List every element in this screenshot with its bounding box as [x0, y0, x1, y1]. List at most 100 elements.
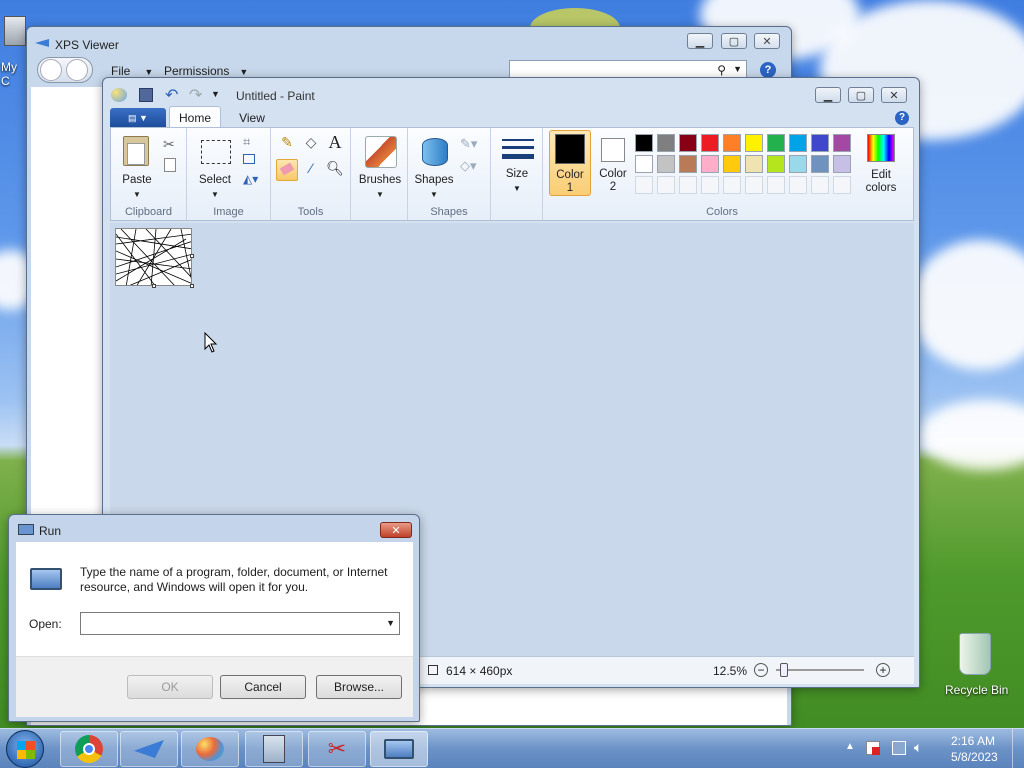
minimize-button[interactable]: ▁ [687, 33, 713, 49]
color2-button[interactable]: Color 2 [593, 130, 635, 196]
taskbar-chrome[interactable] [60, 731, 118, 767]
action-center-icon[interactable] [866, 741, 880, 755]
taskbar-paint[interactable] [181, 731, 239, 767]
save-icon[interactable] [139, 88, 153, 102]
permissions-menu[interactable]: Permissions ▼ [164, 64, 248, 78]
palette-swatch[interactable] [723, 134, 741, 152]
brushes-button[interactable]: Brushes ▼ [355, 132, 405, 199]
palette-swatch[interactable] [701, 155, 719, 173]
recycle-bin[interactable]: Recycle Bin [940, 630, 1010, 700]
palette-swatch[interactable] [657, 155, 675, 173]
fill-shape-icon[interactable]: ◇▾ [460, 158, 477, 174]
cancel-button[interactable]: Cancel [220, 675, 306, 699]
palette-swatch-empty[interactable] [811, 176, 829, 194]
show-desktop-button[interactable] [1012, 729, 1024, 769]
pencil-icon[interactable]: ✎ [277, 134, 297, 154]
clock-time[interactable]: 2:16 AM [951, 734, 995, 748]
palette-swatch[interactable] [679, 155, 697, 173]
help-icon[interactable]: ? [760, 62, 776, 78]
fill-icon[interactable]: ◇ [301, 134, 321, 154]
maximize-button[interactable]: ▢ [848, 87, 874, 103]
palette-swatch[interactable] [789, 134, 807, 152]
size-button[interactable]: Size ▼ [495, 132, 539, 196]
shapes-button[interactable]: Shapes ▼ [412, 132, 456, 199]
network-icon[interactable] [892, 741, 906, 755]
desktop-icon-partial[interactable]: My C [0, 10, 26, 88]
close-button[interactable]: ✕ [754, 33, 780, 49]
zoom-in-button[interactable]: + [876, 663, 890, 677]
taskbar-run[interactable] [370, 731, 428, 767]
paint-menu-button[interactable]: ▤ ▼ [110, 108, 166, 128]
palette-swatch[interactable] [811, 134, 829, 152]
resize-handle[interactable] [190, 284, 194, 288]
redo-icon[interactable]: ↷ [189, 85, 202, 105]
tab-view[interactable]: View [227, 111, 277, 125]
magnifier-icon[interactable]: 🔍︎ [325, 160, 345, 180]
help-icon[interactable]: ? [895, 111, 909, 125]
clock-date[interactable]: 5/8/2023 [951, 750, 998, 764]
back-icon[interactable] [40, 59, 62, 81]
palette-swatch-empty[interactable] [767, 176, 785, 194]
browse-button[interactable]: Browse... [316, 675, 402, 699]
open-combobox[interactable]: ▼ [80, 612, 400, 635]
close-button[interactable]: ✕ [881, 87, 907, 103]
color1-button[interactable]: Color 1 [549, 130, 591, 196]
palette-swatch-empty[interactable] [679, 176, 697, 194]
palette-swatch[interactable] [657, 134, 675, 152]
select-button[interactable]: Select ▼ [193, 132, 237, 199]
text-icon[interactable]: A [325, 132, 345, 152]
palette-swatch[interactable] [767, 134, 785, 152]
undo-icon[interactable]: ↶ [165, 85, 178, 105]
volume-icon[interactable]: 🔈︎ [914, 739, 922, 756]
taskbar-snipping-tool[interactable]: ✂ [308, 731, 366, 767]
palette-swatch[interactable] [635, 134, 653, 152]
palette-swatch-empty[interactable] [833, 176, 851, 194]
color-picker-icon[interactable]: ⁄ [301, 160, 321, 180]
copy-icon[interactable] [164, 158, 176, 172]
customize-qat-icon[interactable]: ▼ [211, 89, 220, 99]
tab-home[interactable]: Home [169, 106, 221, 129]
palette-swatch[interactable] [833, 134, 851, 152]
drawing-canvas[interactable] [115, 228, 192, 286]
palette-swatch-empty[interactable] [723, 176, 741, 194]
chevron-down-icon[interactable]: ▼ [733, 64, 742, 74]
palette-swatch[interactable] [811, 155, 829, 173]
palette-swatch[interactable] [679, 134, 697, 152]
taskbar-xps-viewer[interactable] [120, 731, 178, 767]
show-hidden-icons[interactable]: ▲ [845, 741, 855, 752]
palette-swatch-empty[interactable] [657, 176, 675, 194]
resize-handle[interactable] [190, 254, 194, 258]
palette-swatch[interactable] [789, 155, 807, 173]
ok-button[interactable]: OK [127, 675, 213, 699]
back-forward-buttons[interactable] [37, 57, 93, 83]
close-button[interactable]: ✕ [380, 522, 412, 538]
palette-swatch-empty[interactable] [789, 176, 807, 194]
start-button[interactable] [6, 730, 44, 768]
chevron-down-icon[interactable]: ▼ [386, 618, 395, 628]
cut-icon[interactable]: ✂ [163, 136, 175, 153]
palette-swatch[interactable] [723, 155, 741, 173]
crop-icon[interactable]: ⌗ [243, 134, 250, 150]
zoom-slider-thumb[interactable] [780, 663, 788, 677]
minimize-button[interactable]: ▁ [815, 87, 841, 103]
forward-icon[interactable] [66, 59, 88, 81]
edit-colors-button[interactable]: Edit colors [859, 132, 901, 196]
outline-icon[interactable]: ✎▾ [460, 136, 477, 152]
paste-button[interactable]: Paste ▼ [117, 132, 157, 199]
palette-swatch-empty[interactable] [745, 176, 763, 194]
taskbar-calculator[interactable] [245, 731, 303, 767]
file-menu[interactable]: File ▼ [111, 64, 153, 78]
resize-icon[interactable] [243, 154, 255, 164]
palette-swatch[interactable] [767, 155, 785, 173]
zoom-out-button[interactable]: − [754, 663, 768, 677]
run-dialog[interactable]: Run ✕ Type the name of a program, folder… [8, 514, 420, 722]
resize-handle[interactable] [152, 284, 156, 288]
palette-swatch[interactable] [701, 134, 719, 152]
maximize-button[interactable]: ▢ [721, 33, 747, 49]
palette-swatch[interactable] [635, 155, 653, 173]
palette-swatch[interactable] [745, 134, 763, 152]
rotate-icon[interactable]: ◭▾ [243, 172, 258, 186]
palette-swatch[interactable] [833, 155, 851, 173]
palette-swatch-empty[interactable] [635, 176, 653, 194]
eraser-icon[interactable] [276, 159, 298, 181]
